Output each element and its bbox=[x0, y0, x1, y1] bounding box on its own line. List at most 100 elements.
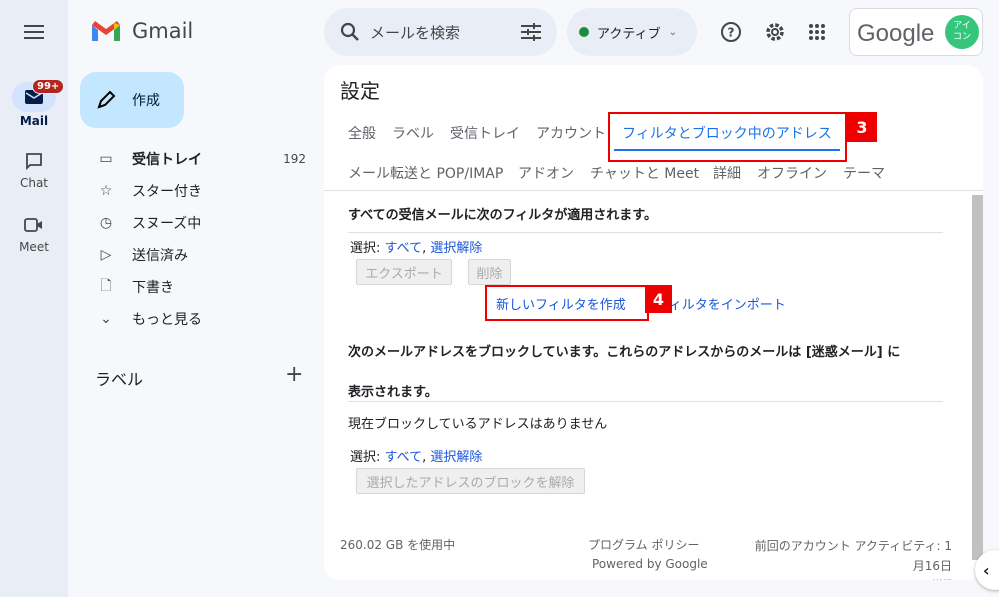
account-button[interactable]: Google アイコン bbox=[849, 8, 983, 56]
rail-label: Meet bbox=[19, 240, 49, 254]
nav-item-more[interactable]: ⌄ もっと見る bbox=[96, 303, 306, 335]
powered-by: Powered by Google bbox=[592, 557, 708, 571]
avatar-text: アイコン bbox=[952, 21, 971, 42]
tab-accounts[interactable]: アカウント bbox=[536, 123, 606, 143]
compose-label: 作成 bbox=[132, 93, 160, 109]
clock-icon: ◷ bbox=[99, 215, 113, 231]
annotation-number: 3 bbox=[856, 117, 868, 137]
no-blocked-text: 現在ブロックしているアドレスはありません bbox=[348, 417, 608, 432]
annotation-label-3: 3 bbox=[847, 112, 877, 142]
nav-item-drafts[interactable]: 🗋 下書き bbox=[96, 271, 306, 303]
add-label-button[interactable]: + bbox=[285, 362, 303, 387]
svg-text:Google: Google bbox=[857, 20, 934, 47]
compose-button[interactable]: 作成 bbox=[80, 72, 184, 128]
gmail-logo[interactable]: Gmail bbox=[90, 19, 193, 43]
delete-button[interactable]: 削除 bbox=[468, 259, 511, 285]
nav-item-snoozed[interactable]: ◷ スヌーズ中 bbox=[96, 207, 306, 239]
last-activity-line: 月16日 bbox=[912, 559, 952, 573]
select-label: 選択: bbox=[350, 241, 381, 256]
search-icon bbox=[340, 22, 359, 41]
gear-icon bbox=[766, 23, 784, 41]
rail-label: Chat bbox=[19, 176, 49, 190]
unblock-button[interactable]: 選択したアドレスのブロックを解除 bbox=[356, 468, 585, 494]
rail-item-meet[interactable]: Meet bbox=[0, 210, 68, 254]
nav-label: スター付き bbox=[132, 184, 202, 200]
draft-icon: 🗋 bbox=[100, 278, 112, 294]
tab-advanced[interactable]: 詳細 bbox=[713, 163, 741, 183]
nav-label: もっと見る bbox=[132, 312, 202, 328]
tab-themes[interactable]: テーマ bbox=[843, 163, 885, 183]
hamburger-icon bbox=[24, 25, 44, 39]
send-icon: ▷ bbox=[100, 247, 112, 263]
nav-item-inbox[interactable]: ▭ 受信トレイ 192 bbox=[96, 143, 306, 175]
chat-icon bbox=[26, 153, 42, 170]
help-icon: ? bbox=[721, 22, 741, 42]
select-all-link[interactable]: すべて bbox=[385, 450, 423, 465]
tab-labels[interactable]: ラベル bbox=[392, 123, 434, 143]
status-label: アクティブ bbox=[597, 26, 661, 42]
settings-button[interactable] bbox=[763, 20, 787, 44]
video-camera-icon bbox=[24, 218, 42, 232]
inbox-icon: ▭ bbox=[99, 151, 113, 167]
program-policy-link[interactable]: プログラム ポリシー bbox=[588, 536, 699, 553]
storage-usage: 260.02 GB を使用中 bbox=[340, 538, 456, 552]
import-filter-link[interactable]: フィルタをインポート bbox=[654, 294, 786, 313]
chevron-down-icon: ⌄ bbox=[100, 311, 112, 327]
labels-heading: ラベル bbox=[95, 370, 144, 389]
tab-forwarding[interactable]: メール転送と POP/IMAP bbox=[348, 163, 503, 183]
svg-text:?: ? bbox=[728, 26, 735, 40]
tab-chat-meet[interactable]: チャットと Meet bbox=[590, 163, 699, 183]
last-activity: 前回のアカウント アクティビティ: 1 月16日詳細 bbox=[744, 536, 952, 580]
help-button[interactable]: ? bbox=[719, 20, 743, 44]
nav-label: スヌーズ中 bbox=[132, 216, 202, 232]
annotation-label-4: 4 bbox=[645, 285, 672, 313]
filter-options-icon[interactable] bbox=[521, 23, 541, 41]
tab-addons[interactable]: アドオン bbox=[518, 163, 574, 183]
tabs-divider bbox=[324, 190, 983, 191]
tab-general[interactable]: 全般 bbox=[348, 123, 376, 143]
rail-label: Mail bbox=[19, 114, 49, 128]
annotation-number: 4 bbox=[652, 289, 665, 309]
gmail-m-icon bbox=[92, 21, 120, 41]
pencil-icon bbox=[97, 90, 116, 109]
select-label: 選択: bbox=[350, 450, 381, 465]
blocked-select-row: 選択: すべて, 選択解除 bbox=[350, 450, 483, 465]
status-dot-icon bbox=[579, 27, 589, 37]
search-input[interactable]: メールを検索 bbox=[370, 22, 511, 43]
search-bar[interactable]: メールを検索 bbox=[324, 8, 557, 56]
export-button[interactable]: エクスポート bbox=[356, 259, 452, 285]
blocked-heading-line: 次のメールアドレスをブロックしています。これらのアドレスからのメールは [迷惑メ… bbox=[348, 345, 901, 360]
nav-label: 受信トレイ bbox=[132, 152, 202, 168]
nav-item-starred[interactable]: ☆ スター付き bbox=[96, 175, 306, 207]
chevron-left-icon: ‹ bbox=[983, 560, 990, 580]
star-icon: ☆ bbox=[99, 183, 113, 199]
blocked-heading-line: 表示されます。 bbox=[348, 385, 438, 400]
select-none-link[interactable]: 選択解除 bbox=[430, 450, 482, 465]
apps-grid-icon bbox=[809, 24, 825, 40]
divider bbox=[348, 401, 943, 402]
status-selector[interactable]: アクティブ ⌄ bbox=[567, 8, 697, 56]
avatar: アイコン bbox=[945, 15, 979, 49]
last-activity-line: 前回のアカウント アクティビティ: 1 bbox=[754, 539, 952, 553]
inbox-count: 192 bbox=[283, 152, 306, 166]
nav-label: 下書き bbox=[132, 280, 174, 296]
filter-select-row: 選択: すべて, 選択解除 bbox=[350, 241, 483, 256]
annotation-box-3 bbox=[608, 112, 847, 162]
tab-offline[interactable]: オフライン bbox=[757, 163, 827, 183]
apps-button[interactable] bbox=[805, 20, 829, 44]
activity-details-link[interactable]: 詳細 bbox=[744, 576, 952, 580]
annotation-box-4 bbox=[485, 285, 649, 321]
main-menu-button[interactable] bbox=[22, 20, 46, 44]
plus-icon: + bbox=[285, 362, 304, 387]
rail-item-chat[interactable]: Chat bbox=[0, 146, 68, 190]
select-all-link[interactable]: すべて bbox=[385, 241, 423, 256]
chevron-down-icon: ⌄ bbox=[668, 26, 677, 38]
page-title: 設定 bbox=[340, 79, 380, 103]
scrollbar[interactable] bbox=[972, 195, 983, 560]
unread-badge: 99+ bbox=[32, 79, 65, 94]
select-none-link[interactable]: 選択解除 bbox=[430, 241, 482, 256]
tab-inbox[interactable]: 受信トレイ bbox=[450, 123, 520, 143]
divider bbox=[348, 232, 943, 233]
filters-heading: すべての受信メールに次のフィルタが適用されます。 bbox=[348, 208, 658, 223]
nav-item-sent[interactable]: ▷ 送信済み bbox=[96, 239, 306, 271]
